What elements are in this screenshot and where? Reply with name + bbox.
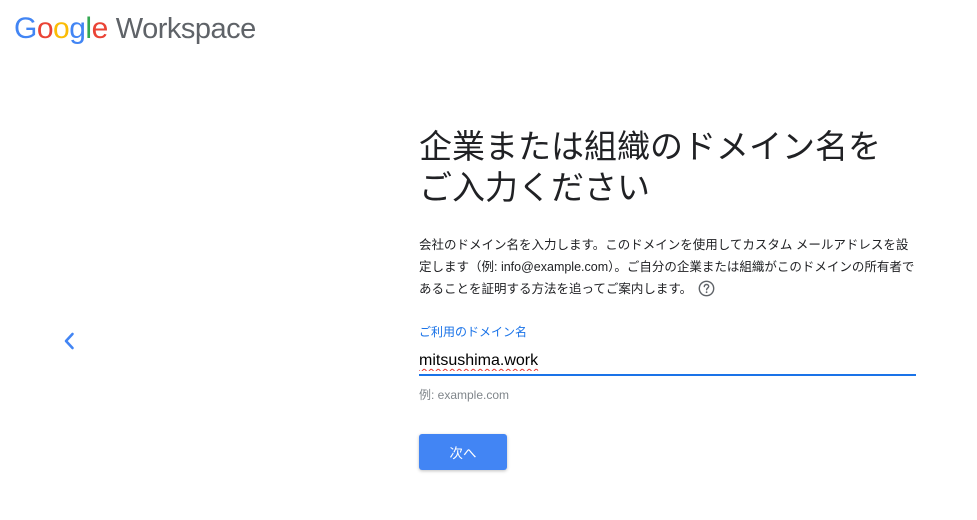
help-icon-svg (698, 280, 715, 297)
logo-letter: o (53, 12, 70, 45)
domain-field: ご利用のドメイン名 例: example.com (419, 324, 916, 403)
back-button[interactable] (56, 326, 82, 356)
domain-input[interactable] (419, 351, 916, 376)
google-wordmark: Google (14, 12, 108, 46)
domain-field-hint: 例: example.com (419, 388, 510, 402)
description: 会社のドメイン名を入力します。このドメインを使用してカスタム メールアドレスを設… (419, 234, 917, 300)
help-circle-icon[interactable] (698, 280, 715, 297)
next-button[interactable]: 次へ (419, 434, 507, 470)
logo-letter: e (91, 12, 109, 45)
logo-letter: o (36, 12, 54, 45)
domain-form: 企業または組織のドメイン名を ご入力ください 会社のドメイン名を入力します。この… (419, 126, 919, 470)
description-text: 会社のドメイン名を入力します。このドメインを使用してカスタム メールアドレスを設… (419, 238, 915, 296)
page: Google Workspace 企業または組織のドメイン名を ご入力ください … (0, 0, 977, 520)
chevron-left-icon (64, 332, 74, 350)
domain-field-label: ご利用のドメイン名 (419, 325, 528, 339)
logo-letter: G (14, 12, 37, 45)
page-title: 企業または組織のドメイン名を ご入力ください (419, 128, 881, 206)
logo-letter: g (69, 12, 86, 45)
google-workspace-logo: Google Workspace (14, 12, 256, 46)
product-name: Workspace (115, 13, 257, 45)
